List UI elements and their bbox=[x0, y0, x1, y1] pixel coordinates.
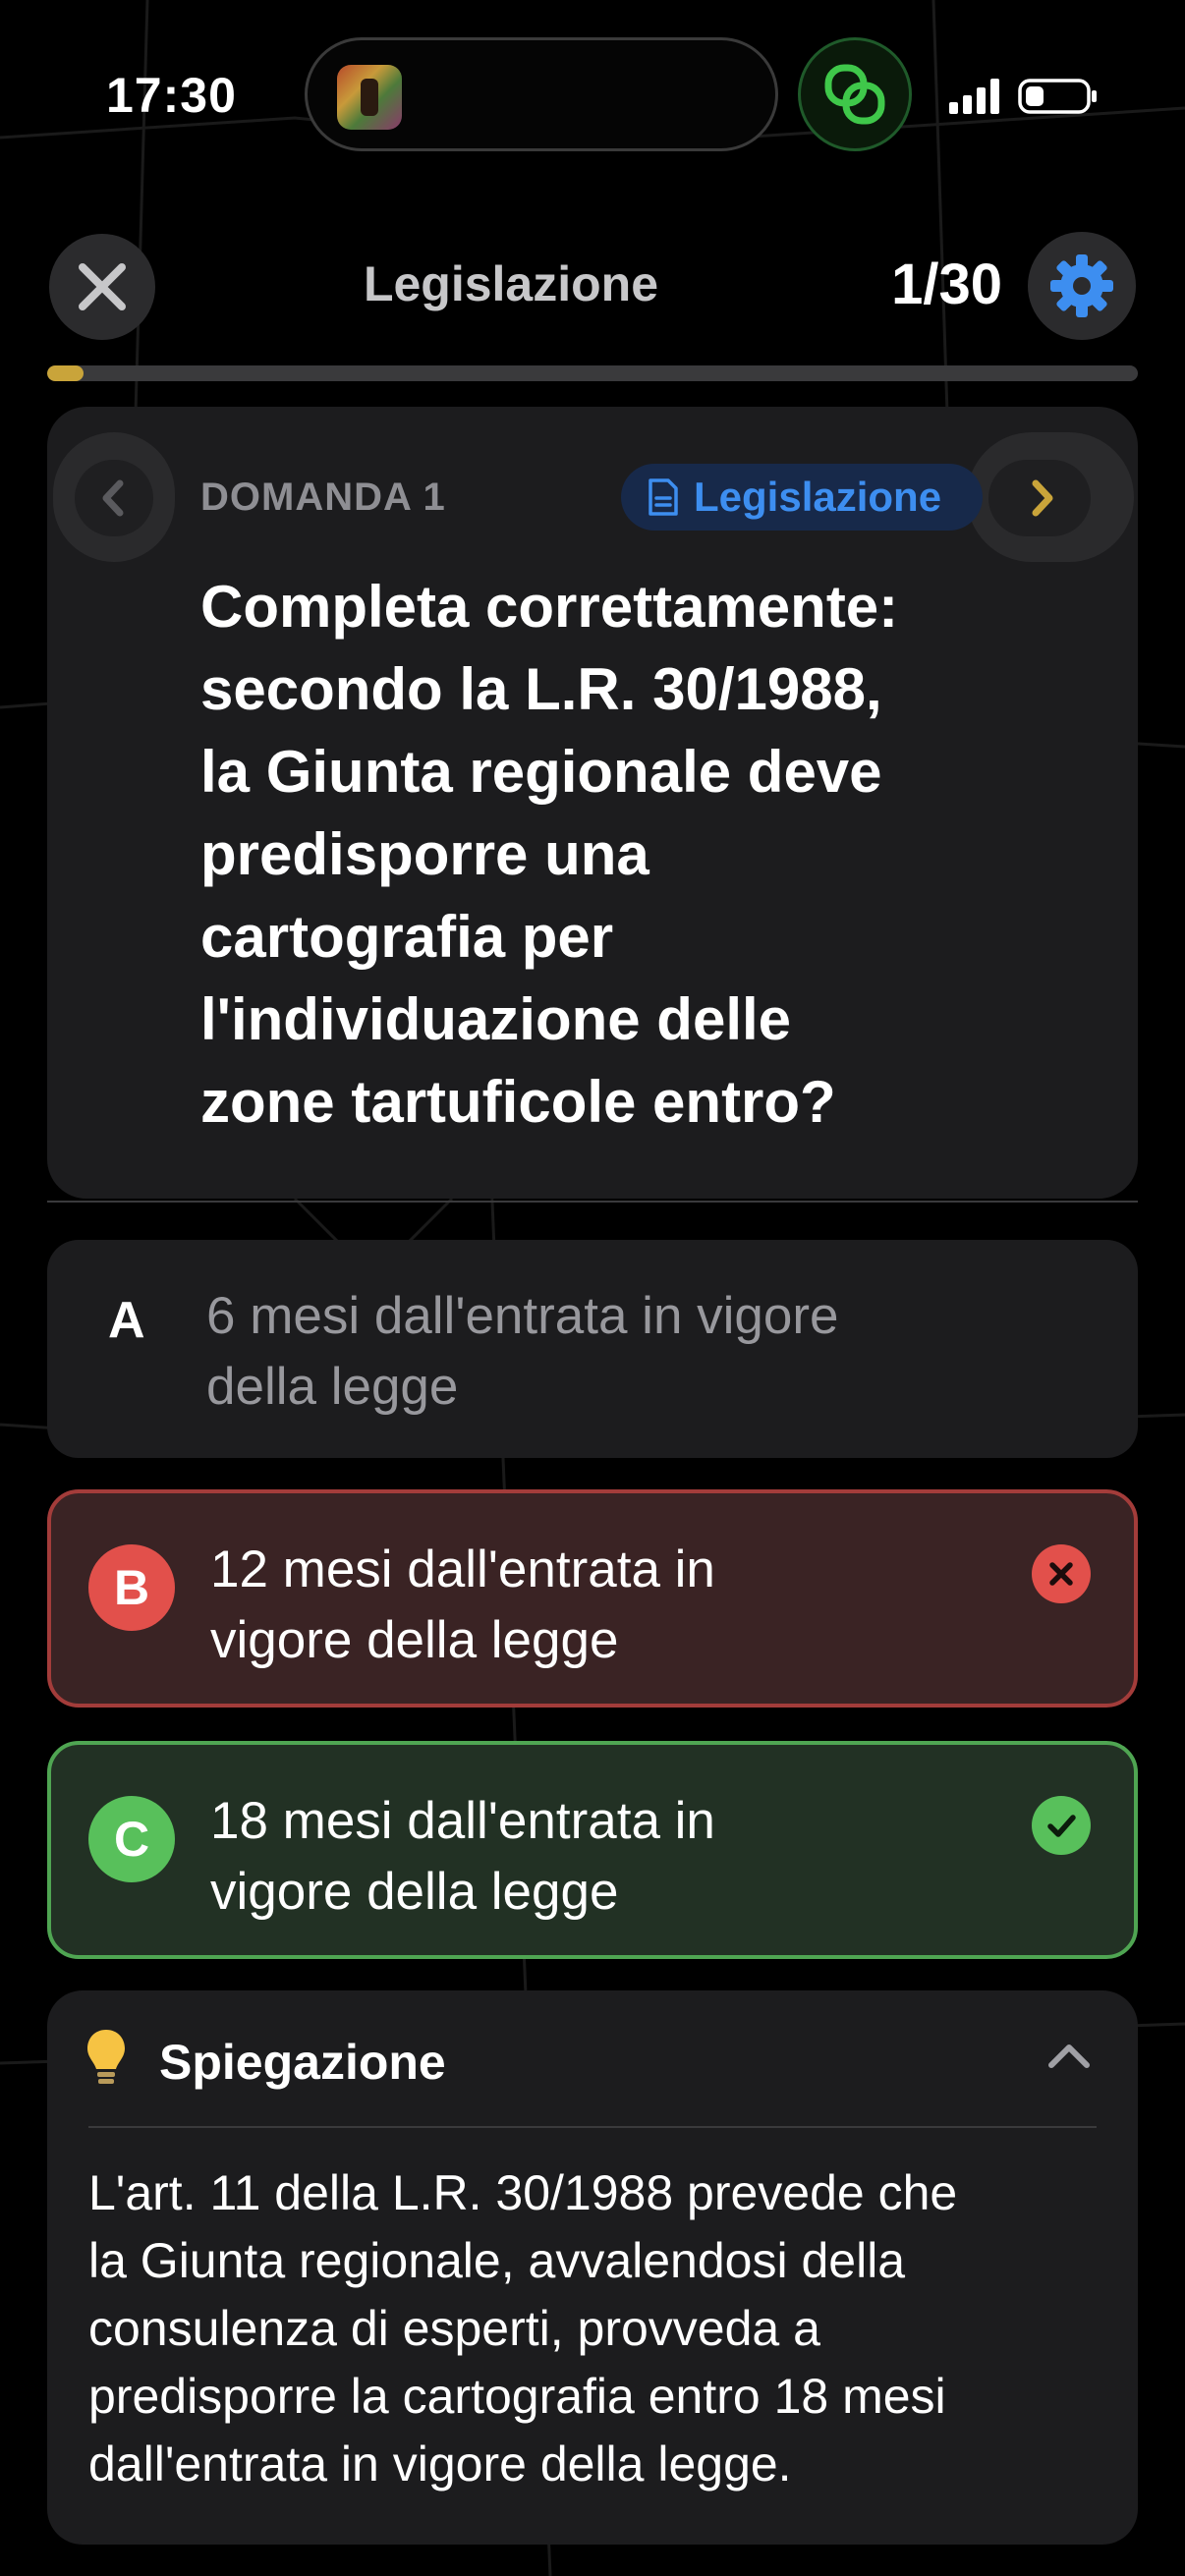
wrong-x-icon bbox=[1032, 1544, 1091, 1603]
answer-text: 18 mesi dall'entrata in vigore della leg… bbox=[210, 1786, 957, 1928]
answer-option-b[interactable]: B 12 mesi dall'entrata in vigore della l… bbox=[47, 1489, 1138, 1708]
question-counter: 1/30 bbox=[891, 252, 1002, 316]
question-line: la Giunta regionale deve bbox=[200, 739, 882, 805]
question-line: predisporre una bbox=[200, 821, 649, 887]
divider bbox=[47, 1201, 1138, 1203]
settings-button[interactable] bbox=[1028, 232, 1136, 340]
answer-letter-badge: C bbox=[88, 1796, 175, 1882]
explanation-line: la Giunta regionale, avvalendosi della bbox=[88, 2233, 906, 2288]
answer-text: 12 mesi dall'entrata in vigore della leg… bbox=[210, 1535, 957, 1676]
question-number: DOMANDA 1 bbox=[200, 476, 446, 519]
answer-line: 12 mesi dall'entrata in bbox=[210, 1540, 715, 1598]
next-question-button[interactable] bbox=[967, 432, 1134, 562]
answer-line: 18 mesi dall'entrata in bbox=[210, 1792, 715, 1850]
link-activity bbox=[798, 37, 912, 151]
question-line: Completa correttamente: bbox=[200, 574, 899, 640]
progress-fill bbox=[47, 365, 84, 381]
chevron-right-icon bbox=[1032, 479, 1053, 517]
document-icon bbox=[649, 478, 678, 516]
question-line: l'individuazione delle bbox=[200, 986, 792, 1052]
question-line: zone tartuficole entro? bbox=[200, 1069, 836, 1135]
question-text: Completa correttamente: secondo la L.R. … bbox=[200, 566, 1065, 1144]
previous-question-button[interactable] bbox=[53, 432, 175, 562]
answer-letter-badge: B bbox=[88, 1544, 175, 1631]
answer-option-a[interactable]: A 6 mesi dall'entrata in vigore della le… bbox=[47, 1240, 1138, 1458]
correct-check-icon bbox=[1032, 1796, 1091, 1855]
explanation-line: consulenza di esperti, provveda a bbox=[88, 2301, 820, 2356]
chevron-left-icon bbox=[102, 479, 124, 517]
status-time: 17:30 bbox=[106, 68, 237, 123]
category-badge: Legislazione bbox=[621, 464, 983, 531]
close-icon bbox=[79, 263, 126, 310]
answer-line: vigore della legge bbox=[210, 1863, 619, 1921]
progress-bar bbox=[47, 365, 1138, 381]
cellular-signal-icon bbox=[949, 79, 999, 114]
answer-letter: A bbox=[108, 1292, 145, 1349]
explanation-panel: Spiegazione L'art. 11 della L.R. 30/1988… bbox=[47, 1990, 1138, 2545]
chevron-up-icon[interactable] bbox=[1045, 2038, 1093, 2073]
answer-line: 6 mesi dall'entrata in vigore bbox=[206, 1287, 839, 1345]
answer-line: della legge bbox=[206, 1358, 459, 1416]
category-label: Legislazione bbox=[694, 474, 942, 520]
link-rings-icon bbox=[824, 64, 885, 125]
battery-icon bbox=[1018, 79, 1097, 114]
explanation-title: Spiegazione bbox=[159, 2035, 446, 2090]
gear-icon bbox=[1050, 254, 1113, 317]
explanation-line: dall'entrata in vigore della legge. bbox=[88, 2436, 792, 2492]
divider bbox=[88, 2126, 1097, 2128]
explanation-line: predisporre la cartografia entro 18 mesi bbox=[88, 2369, 946, 2424]
dynamic-island bbox=[305, 37, 778, 151]
question-line: cartografia per bbox=[200, 904, 614, 970]
tarot-app-icon bbox=[337, 65, 402, 130]
explanation-text: L'art. 11 della L.R. 30/1988 prevede che… bbox=[88, 2159, 1110, 2498]
close-button[interactable] bbox=[49, 234, 155, 340]
page-title: Legislazione bbox=[363, 256, 659, 311]
answer-text: 6 mesi dall'entrata in vigore della legg… bbox=[206, 1281, 953, 1423]
answer-line: vigore della legge bbox=[210, 1611, 619, 1669]
explanation-line: L'art. 11 della L.R. 30/1988 prevede che bbox=[88, 2165, 958, 2220]
lightbulb-icon bbox=[87, 2030, 125, 2084]
answer-option-c[interactable]: C 18 mesi dall'entrata in vigore della l… bbox=[47, 1741, 1138, 1959]
question-line: secondo la L.R. 30/1988, bbox=[200, 656, 882, 722]
